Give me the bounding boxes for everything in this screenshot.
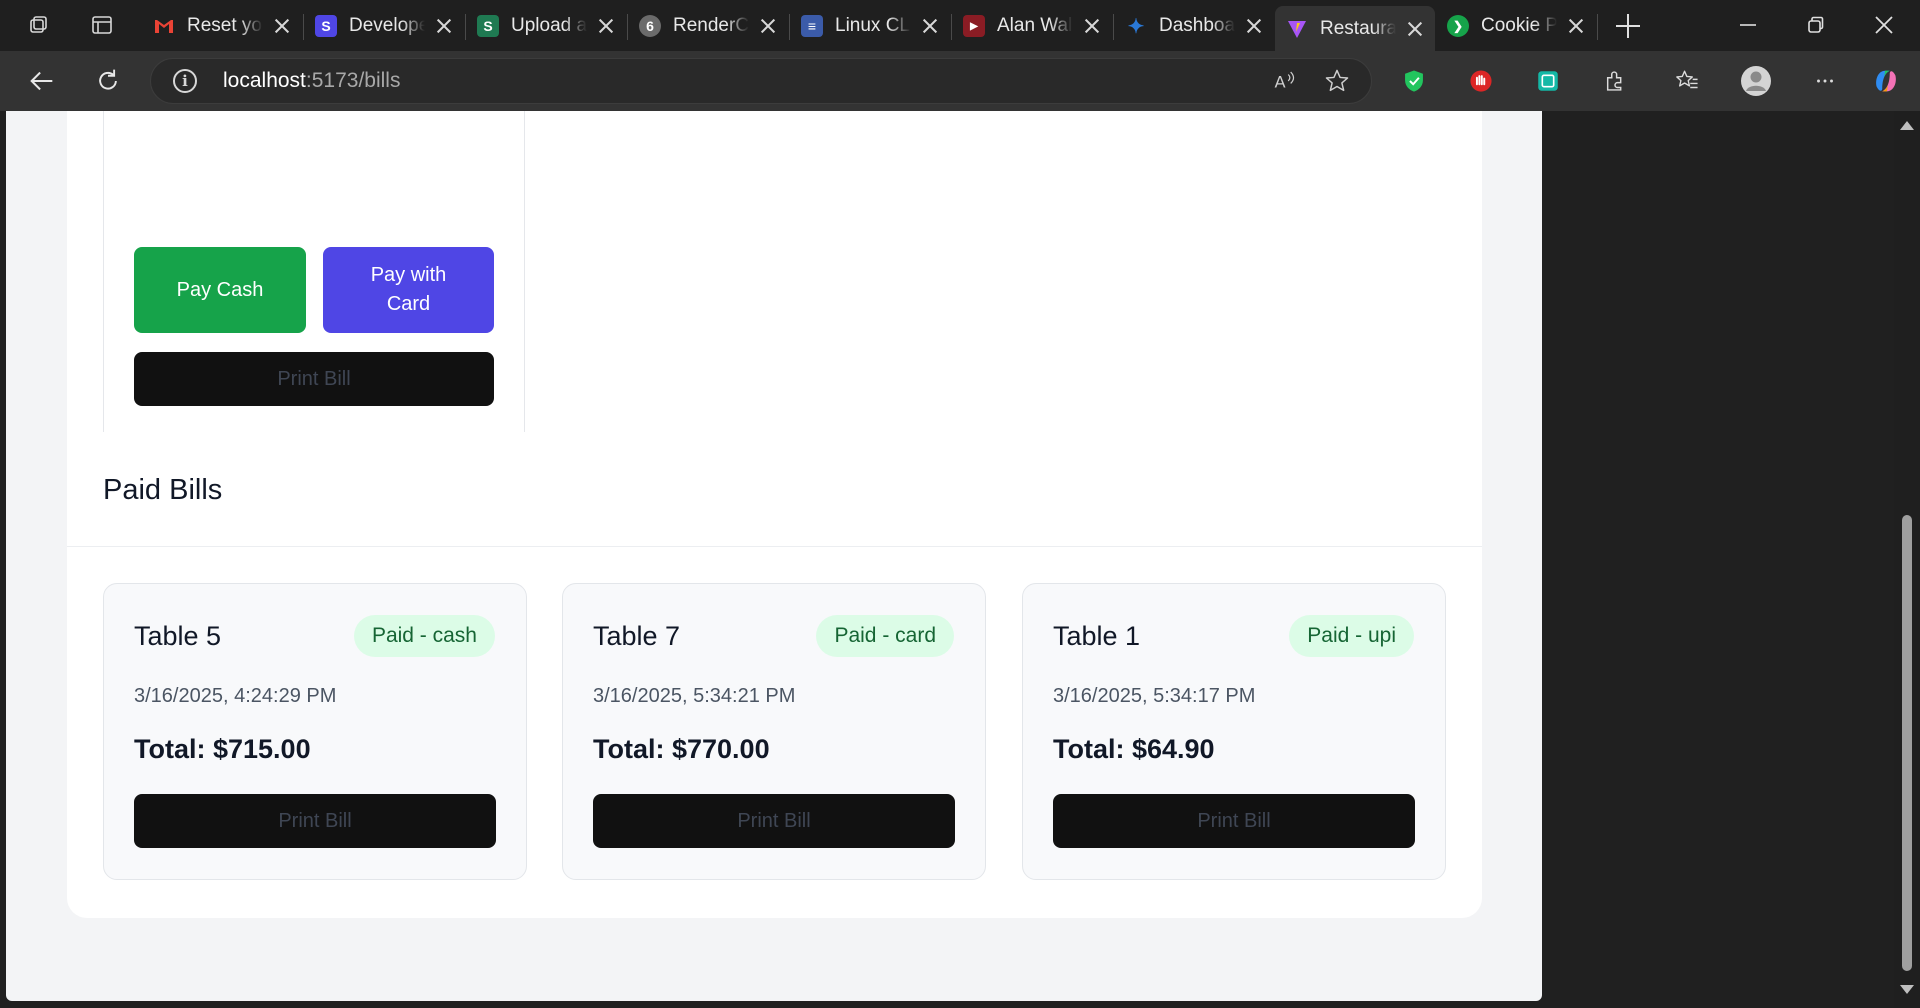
table-name: Table 5 bbox=[134, 621, 222, 651]
more-options-icon[interactable] bbox=[1809, 65, 1841, 97]
cookie-icon: ❯ bbox=[1447, 15, 1469, 37]
url-text[interactable]: localhost:5173/bills bbox=[223, 69, 400, 93]
back-icon[interactable] bbox=[26, 65, 58, 97]
render-icon: 6 bbox=[639, 15, 661, 37]
gmail-icon bbox=[153, 15, 175, 37]
browser-tab[interactable]: ▶ Alan Walker bbox=[952, 6, 1112, 46]
minimize-icon[interactable] bbox=[1735, 12, 1761, 38]
shield-extension-icon[interactable] bbox=[1398, 65, 1430, 97]
browser-tab[interactable]: ❯ Cookie Pol bbox=[1436, 6, 1596, 46]
s-icon: S bbox=[315, 15, 337, 37]
page-viewport: Pay Cash Pay with Card Print Bill Paid B… bbox=[6, 111, 1542, 1001]
close-icon[interactable] bbox=[435, 17, 453, 35]
status-badge: Paid - card bbox=[816, 615, 954, 657]
tab-strip: Reset your password S Developer S Upload… bbox=[0, 0, 1920, 51]
side-panel-area bbox=[1542, 111, 1894, 1008]
browser-tab[interactable]: ≡ Linux CLI bbox=[790, 6, 950, 46]
screen-extension-icon[interactable] bbox=[1532, 65, 1564, 97]
section-title: Paid Bills bbox=[103, 474, 223, 506]
close-icon[interactable] bbox=[597, 17, 615, 35]
close-icon[interactable] bbox=[1083, 17, 1101, 35]
status-badge: Paid - upi bbox=[1289, 615, 1414, 657]
youtube-icon: ▶ bbox=[963, 15, 985, 37]
pending-bill-card: Pay Cash Pay with Card Print Bill bbox=[103, 111, 525, 457]
divider bbox=[67, 546, 1482, 547]
s-icon: S bbox=[477, 15, 499, 37]
stop-hand-extension-icon[interactable] bbox=[1465, 65, 1497, 97]
page-scrollbar[interactable] bbox=[1894, 111, 1920, 1008]
svg-text:A: A bbox=[1274, 73, 1285, 92]
scroll-up-arrow-icon[interactable] bbox=[1900, 121, 1914, 130]
print-bill-button[interactable]: Print Bill bbox=[134, 794, 496, 848]
restore-icon[interactable] bbox=[1803, 12, 1829, 38]
close-window-icon[interactable] bbox=[1871, 12, 1897, 38]
print-bill-button[interactable]: Print Bill bbox=[134, 352, 494, 406]
browser-toolbar: i localhost:5173/bills A bbox=[0, 51, 1920, 111]
pay-cash-button[interactable]: Pay Cash bbox=[134, 247, 306, 333]
paid-bill-card: Table 7 Paid - card 3/16/2025, 5:34:21 P… bbox=[562, 583, 986, 880]
favorite-star-icon[interactable] bbox=[1321, 65, 1353, 97]
table-name: Table 1 bbox=[1053, 621, 1141, 651]
close-icon[interactable] bbox=[1567, 17, 1585, 35]
vite-icon bbox=[1286, 18, 1308, 40]
browser-tab[interactable]: S Developer bbox=[304, 6, 464, 46]
bill-total: Total: $715.00 bbox=[134, 734, 311, 764]
refresh-icon[interactable] bbox=[92, 65, 124, 97]
favorites-icon[interactable] bbox=[1671, 65, 1703, 97]
close-icon[interactable] bbox=[1245, 17, 1263, 35]
read-aloud-icon[interactable]: A bbox=[1269, 65, 1301, 97]
tab-actions-icon[interactable] bbox=[89, 12, 115, 38]
scroll-down-arrow-icon[interactable] bbox=[1900, 985, 1914, 994]
browser-tab-active[interactable]: Restaurant bbox=[1275, 6, 1435, 51]
profile-avatar[interactable] bbox=[1740, 65, 1772, 97]
dashboard-icon: ✦ bbox=[1127, 15, 1145, 38]
scroll-thumb[interactable] bbox=[1902, 515, 1912, 971]
paid-bill-card: Table 5 Paid - cash 3/16/2025, 4:24:29 P… bbox=[103, 583, 527, 880]
browser-tab[interactable]: 6 RenderCV bbox=[628, 6, 788, 46]
window-bottom-edge bbox=[6, 1001, 1542, 1008]
bill-date: 3/16/2025, 4:24:29 PM bbox=[134, 685, 337, 707]
bill-date: 3/16/2025, 5:34:21 PM bbox=[593, 685, 796, 707]
browser-tab[interactable]: ✦ Dashboard bbox=[1114, 6, 1274, 46]
bill-total: Total: $64.90 bbox=[1053, 734, 1215, 764]
status-badge: Paid - cash bbox=[353, 615, 495, 657]
site-info-icon[interactable]: i bbox=[173, 69, 197, 93]
bill-date: 3/16/2025, 5:34:17 PM bbox=[1053, 685, 1256, 707]
paid-bills-card: Paid Bills Table 5 Paid - cash 3/16/2025… bbox=[67, 432, 1482, 918]
address-bar[interactable]: i localhost:5173/bills A bbox=[150, 58, 1372, 104]
new-tab-button[interactable] bbox=[1614, 12, 1642, 40]
print-bill-button[interactable]: Print Bill bbox=[593, 794, 955, 848]
browser-tab[interactable]: S Upload and bbox=[466, 6, 626, 46]
print-bill-button[interactable]: Print Bill bbox=[1053, 794, 1415, 848]
close-icon[interactable] bbox=[759, 17, 777, 35]
close-icon[interactable] bbox=[1406, 20, 1424, 38]
table-name: Table 7 bbox=[593, 621, 681, 651]
close-icon[interactable] bbox=[921, 17, 939, 35]
copilot-icon[interactable] bbox=[1870, 65, 1902, 97]
paid-bill-card: Table 1 Paid - upi 3/16/2025, 5:34:17 PM… bbox=[1022, 583, 1446, 880]
pay-card-button[interactable]: Pay with Card bbox=[323, 247, 494, 333]
workspaces-icon[interactable] bbox=[26, 12, 52, 38]
bill-total: Total: $770.00 bbox=[593, 734, 770, 764]
doc-icon: ≡ bbox=[801, 15, 823, 37]
close-icon[interactable] bbox=[273, 17, 291, 35]
extensions-puzzle-icon[interactable] bbox=[1599, 65, 1631, 97]
browser-tab[interactable]: Reset your password bbox=[142, 6, 302, 46]
